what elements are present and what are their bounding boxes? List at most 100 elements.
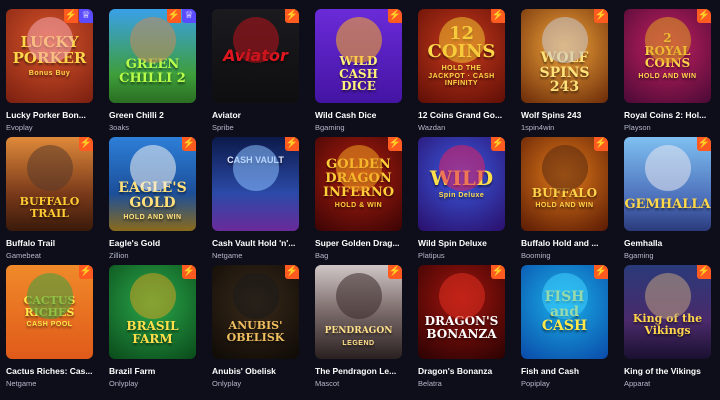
- game-card[interactable]: King of the Vikings ⚡ King of the Vikings A…: [624, 265, 711, 389]
- game-art-figure: [232, 273, 279, 319]
- game-thumbnail[interactable]: WILDSpin Deluxe⚡: [418, 137, 505, 231]
- lightning-icon: ⚡: [594, 9, 608, 23]
- lightning-icon: ⚡: [491, 137, 505, 151]
- game-title[interactable]: Buffalo Trail: [6, 238, 93, 249]
- game-card[interactable]: BUFFALO HOLD AND WIN ⚡ Buffalo Hold and ...…: [521, 137, 608, 261]
- game-art-figure: [541, 17, 588, 63]
- game-title[interactable]: Green Chilli 2: [109, 110, 196, 121]
- game-provider: Popiplay: [521, 379, 550, 388]
- game-title[interactable]: Cactus Riches: Cas...: [6, 366, 93, 377]
- game-provider: Wazdan: [418, 123, 446, 132]
- game-art-figure: [438, 273, 485, 319]
- game-art-figure: [129, 17, 176, 63]
- game-card[interactable]: FISH and CASH⚡ Fish and Cash Popiplay: [521, 265, 608, 389]
- game-title[interactable]: Gemhalla: [624, 238, 711, 249]
- game-card[interactable]: GOLDEN DRAGON INFERNOHOLD & WIN⚡ Super Go…: [315, 137, 402, 261]
- game-thumbnail[interactable]: King of the Vikings ⚡: [624, 265, 711, 359]
- game-art-figure: [232, 17, 279, 63]
- game-provider: Spribe: [212, 123, 234, 132]
- game-provider: Onlyplay: [109, 379, 139, 388]
- game-art-figure: [232, 145, 279, 191]
- game-thumbnail[interactable]: PENDRAGON LEGEND ⚡: [315, 265, 402, 359]
- game-card[interactable]: ANUBIS' OBELISK ⚡ Anubis' Obelisk Onlyplay: [212, 265, 299, 389]
- lightning-icon: ⚡: [285, 265, 299, 279]
- game-art-figure: [335, 17, 382, 63]
- game-thumbnail[interactable]: FISH and CASH⚡: [521, 265, 608, 359]
- game-card[interactable]: WILDSpin Deluxe⚡Wild Spin DeluxePlatipus: [418, 137, 505, 261]
- game-title[interactable]: Super Golden Drag...: [315, 238, 402, 249]
- game-provider: 3oaks: [109, 123, 130, 132]
- game-card[interactable]: PENDRAGON LEGEND ⚡ The Pendragon Le... Masco…: [315, 265, 402, 389]
- game-art-figure: [644, 145, 691, 191]
- game-title[interactable]: Anubis' Obelisk: [212, 366, 299, 377]
- game-card[interactable]: WILD CASH DICE⚡ Wild Cash Dice Bgaming: [315, 9, 402, 133]
- game-title[interactable]: Wolf Spins 243: [521, 110, 608, 121]
- game-thumbnail[interactable]: GEMHALLA ⚡: [624, 137, 711, 231]
- game-title[interactable]: Buffalo Hold and ...: [521, 238, 608, 249]
- game-card[interactable]: WOLF SPINS 243⚡ Wolf Spins 243 1spin4win: [521, 9, 608, 133]
- game-logo-subtext: LEGEND: [342, 339, 375, 347]
- game-art-figure: [335, 273, 382, 319]
- game-card[interactable]: 12 COINSHOLD THE JACKPOT · CASH INFINITY…: [418, 9, 505, 133]
- game-thumbnail[interactable]: CASH VAULT⚡: [212, 137, 299, 231]
- game-title[interactable]: Eagle's Gold: [109, 238, 196, 249]
- game-thumbnail[interactable]: CACTUS RICHESCASH POOL⚡: [6, 265, 93, 359]
- game-thumbnail[interactable]: EAGLE'S GOLDHOLD AND WIN⚡: [109, 137, 196, 231]
- lightning-icon: ⚡: [491, 9, 505, 23]
- game-thumbnail[interactable]: DRAGON'S BONANZA ⚡: [418, 265, 505, 359]
- game-thumbnail[interactable]: 12 COINSHOLD THE JACKPOT · CASH INFINITY…: [418, 9, 505, 103]
- game-title[interactable]: Brazil Farm: [109, 366, 196, 377]
- game-title[interactable]: Aviator: [212, 110, 299, 121]
- game-card[interactable]: BRASIL FARM ⚡ Brazil Farm Onlyplay: [109, 265, 196, 389]
- game-art-figure: [644, 17, 691, 63]
- game-title[interactable]: Wild Spin Deluxe: [418, 238, 505, 249]
- game-thumbnail[interactable]: GOLDEN DRAGON INFERNOHOLD & WIN⚡: [315, 137, 402, 231]
- game-title[interactable]: 12 Coins Grand Go...: [418, 110, 505, 121]
- game-provider: Netgame: [212, 251, 243, 260]
- game-provider: 1spin4win: [521, 123, 555, 132]
- game-art-figure: [541, 273, 588, 319]
- game-thumbnail[interactable]: BRASIL FARM ⚡: [109, 265, 196, 359]
- game-thumbnail[interactable]: Aviator⚡: [212, 9, 299, 103]
- game-thumbnail[interactable]: WILD CASH DICE⚡: [315, 9, 402, 103]
- game-card[interactable]: 2 ROYAL COINSHOLD AND WIN⚡ Royal Coins 2:…: [624, 9, 711, 133]
- game-card[interactable]: GREEN CHILLI 2 ♕ ⚡ Green Chilli 2 3oaks: [109, 9, 196, 133]
- game-thumbnail[interactable]: LUCKY PORKERBonus Buy♕⚡: [6, 9, 93, 103]
- game-card[interactable]: DRAGON'S BONANZA ⚡ Dragon's Bonanza Belatra: [418, 265, 505, 389]
- lightning-icon: ⚡: [167, 9, 181, 23]
- games-grid: LUCKY PORKERBonus Buy♕⚡ Lucky Porker Bon.…: [6, 9, 711, 389]
- game-card[interactable]: CASH VAULT⚡ Cash Vault Hold 'n'... Netgame: [212, 137, 299, 261]
- game-logo-text: BRASIL FARM: [126, 319, 179, 346]
- lightning-icon: ⚡: [285, 9, 299, 23]
- game-art-figure: [26, 17, 73, 63]
- game-card[interactable]: Aviator⚡ Aviator Spribe: [212, 9, 299, 133]
- game-thumbnail[interactable]: BUFFALO HOLD AND WIN ⚡: [521, 137, 608, 231]
- game-card[interactable]: BUFFALO TRAIL ⚡ Buffalo Trail Gamebeat: [6, 137, 93, 261]
- game-title[interactable]: Fish and Cash: [521, 366, 608, 377]
- game-art-figure: [129, 273, 176, 319]
- game-card[interactable]: CACTUS RICHESCASH POOL⚡ Cactus Riches: Ca…: [6, 265, 93, 389]
- game-thumbnail[interactable]: ANUBIS' OBELISK ⚡: [212, 265, 299, 359]
- game-title[interactable]: Dragon's Bonanza: [418, 366, 505, 377]
- game-thumbnail[interactable]: BUFFALO TRAIL ⚡: [6, 137, 93, 231]
- game-card[interactable]: EAGLE'S GOLDHOLD AND WIN⚡Eagle's GoldZil…: [109, 137, 196, 261]
- game-title[interactable]: Cash Vault Hold 'n'...: [212, 238, 299, 249]
- game-title[interactable]: Wild Cash Dice: [315, 110, 402, 121]
- lightning-icon: ⚡: [594, 137, 608, 151]
- game-logo-subtext: HOLD & WIN: [334, 202, 383, 210]
- game-thumbnail[interactable]: GREEN CHILLI 2 ♕ ⚡: [109, 9, 196, 103]
- game-title[interactable]: Royal Coins 2: Hol...: [624, 110, 711, 121]
- game-logo-subtext: CASH POOL: [26, 321, 73, 329]
- game-title[interactable]: The Pendragon Le...: [315, 366, 402, 377]
- game-thumbnail[interactable]: 2 ROYAL COINSHOLD AND WIN⚡: [624, 9, 711, 103]
- game-art-figure: [541, 145, 588, 191]
- game-logo-text: BUFFALO TRAIL: [19, 195, 80, 220]
- game-title[interactable]: King of the Vikings: [624, 366, 711, 377]
- game-card[interactable]: GEMHALLA ⚡ Gemhalla Bgaming: [624, 137, 711, 261]
- game-title[interactable]: Lucky Porker Bon...: [6, 110, 93, 121]
- game-card[interactable]: LUCKY PORKERBonus Buy♕⚡ Lucky Porker Bon.…: [6, 9, 93, 133]
- game-thumbnail[interactable]: WOLF SPINS 243⚡: [521, 9, 608, 103]
- game-logo-subtext: Spin Deluxe: [438, 192, 485, 200]
- game-art-figure: [26, 145, 73, 191]
- trophy-icon: ♕: [79, 9, 93, 23]
